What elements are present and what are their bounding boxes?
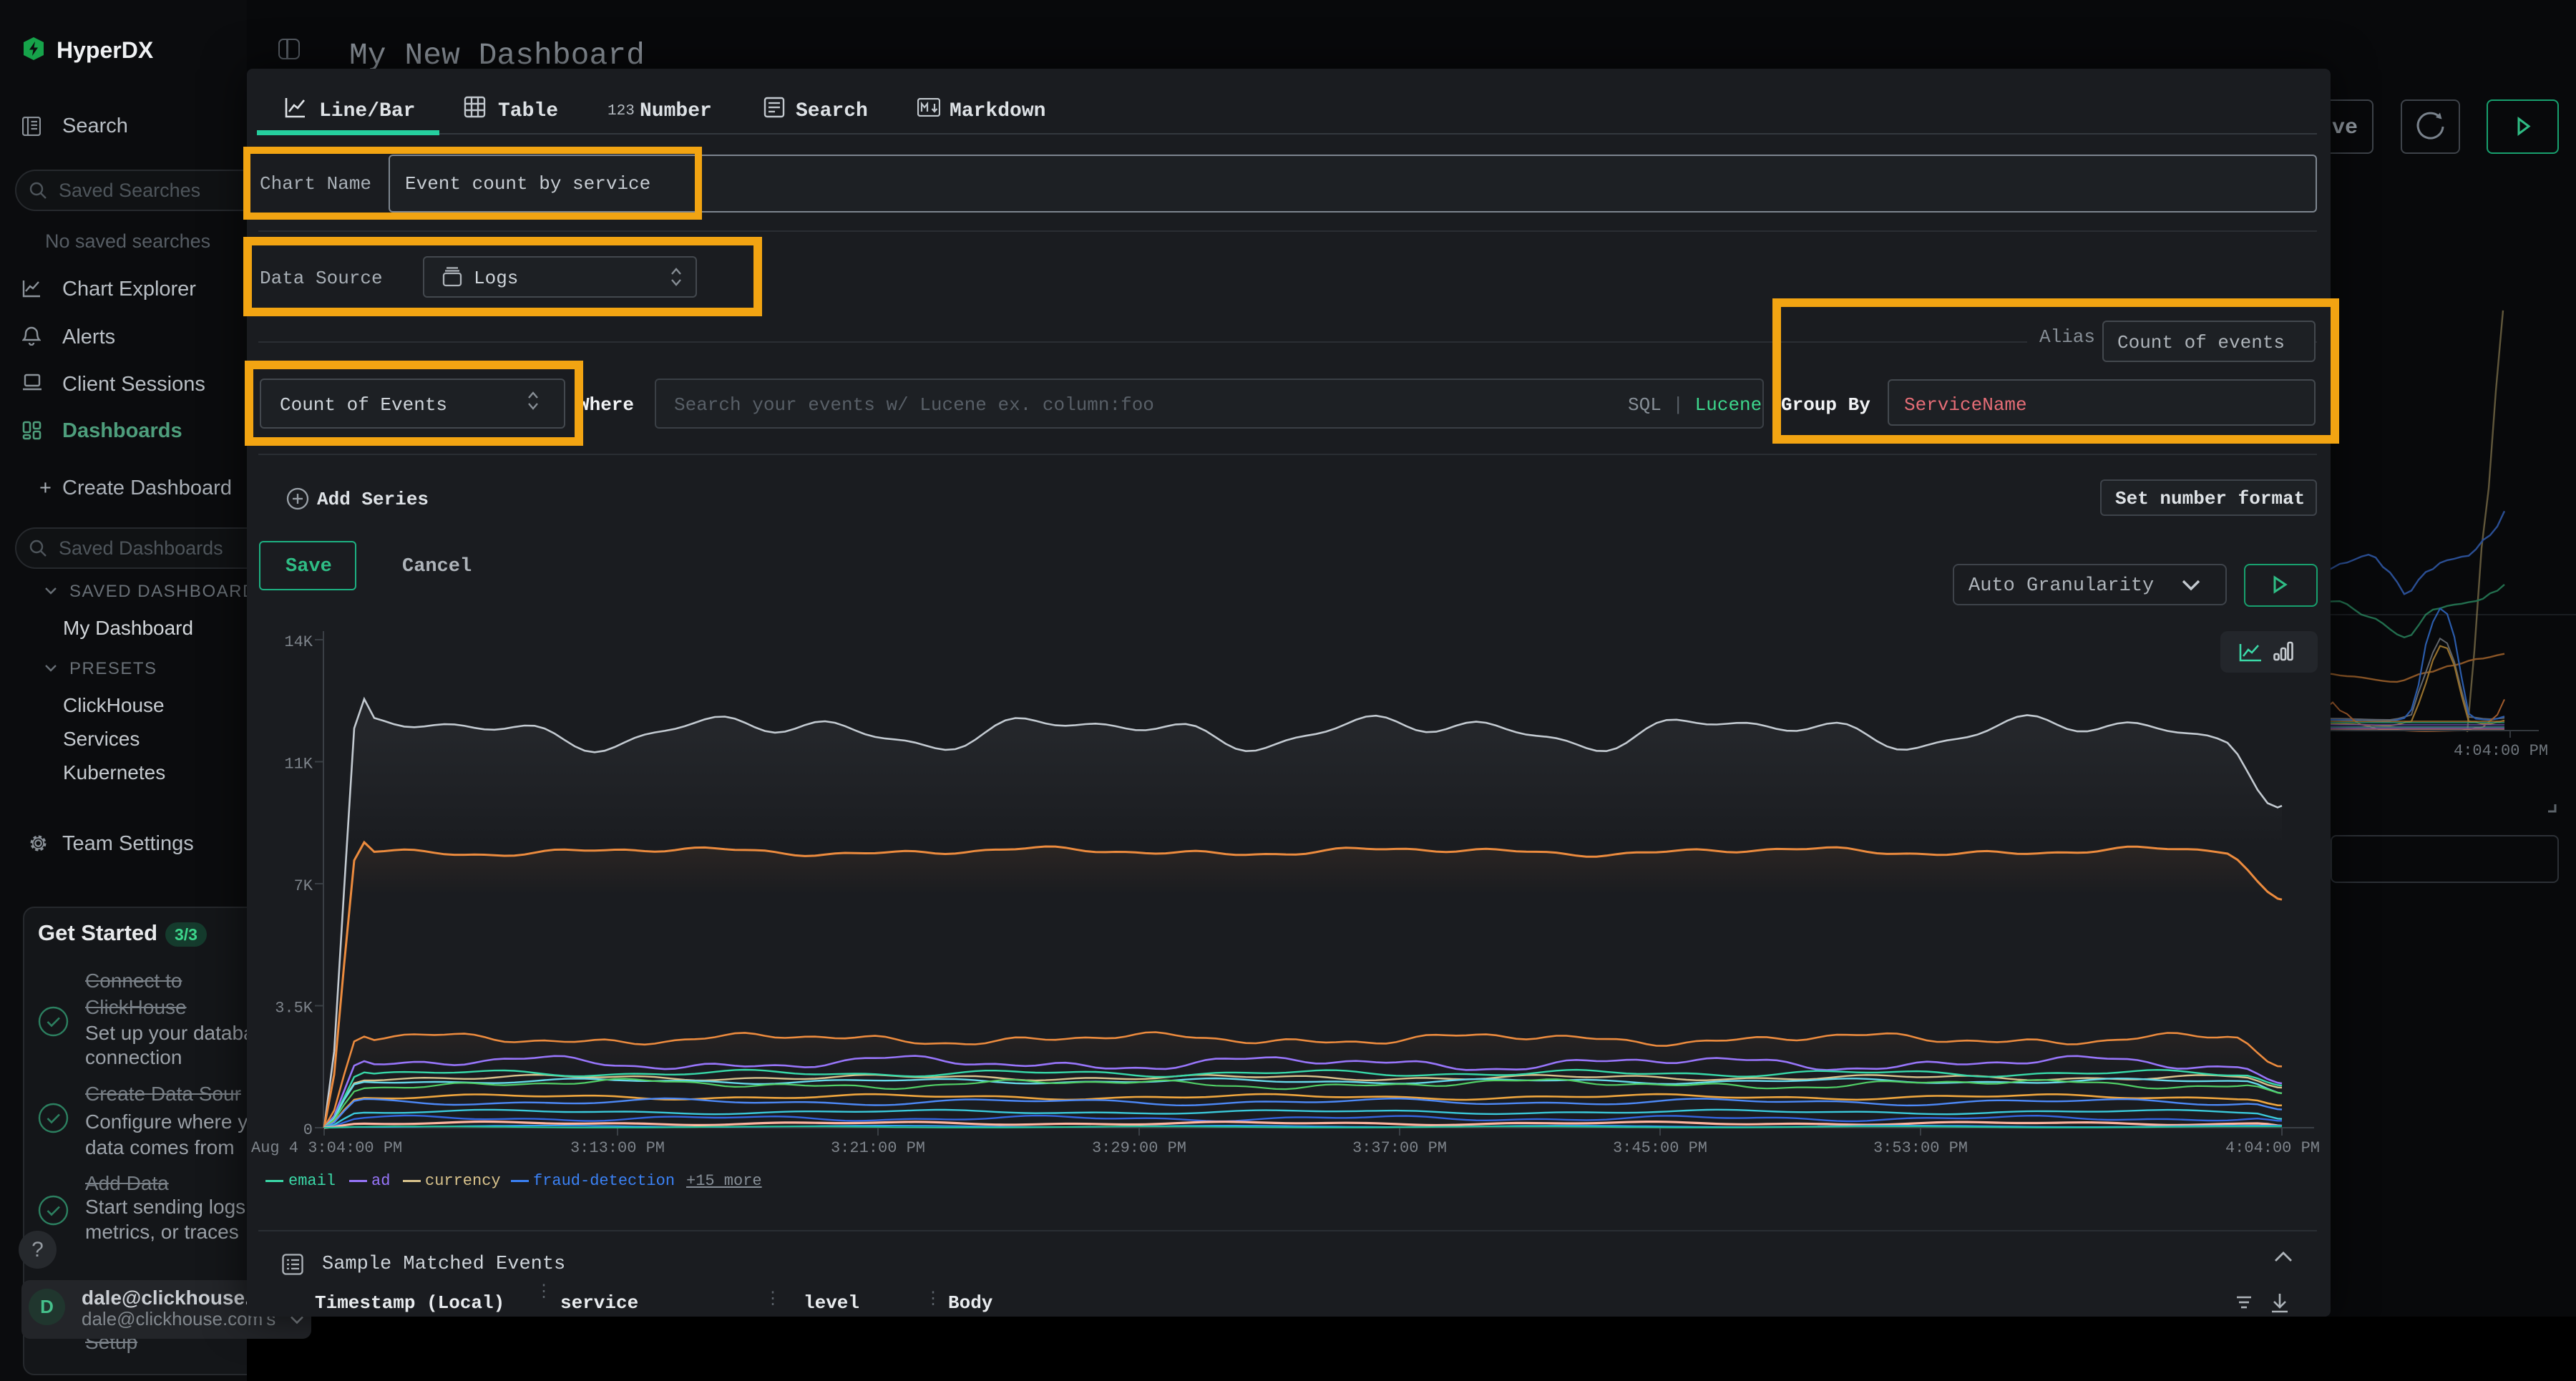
svg-text:3:37:00 PM: 3:37:00 PM (1352, 1139, 1447, 1157)
svg-text:4:04:00 PM: 4:04:00 PM (2225, 1139, 2320, 1157)
svg-text:0: 0 (303, 1121, 313, 1139)
svg-text:3:45:00 PM: 3:45:00 PM (1613, 1139, 1707, 1157)
svg-text:3:21:00 PM: 3:21:00 PM (831, 1139, 925, 1157)
svg-text:3.5K: 3.5K (275, 1000, 313, 1018)
svg-text:Aug 4 3:04:00 PM: Aug 4 3:04:00 PM (251, 1139, 402, 1157)
svg-text:3:13:00 PM: 3:13:00 PM (570, 1139, 665, 1157)
svg-text:7K: 7K (294, 877, 313, 895)
svg-text:3:53:00 PM: 3:53:00 PM (1873, 1139, 1968, 1157)
svg-text:14K: 14K (284, 633, 313, 651)
svg-text:11K: 11K (284, 756, 313, 774)
svg-text:3:29:00 PM: 3:29:00 PM (1092, 1139, 1186, 1157)
